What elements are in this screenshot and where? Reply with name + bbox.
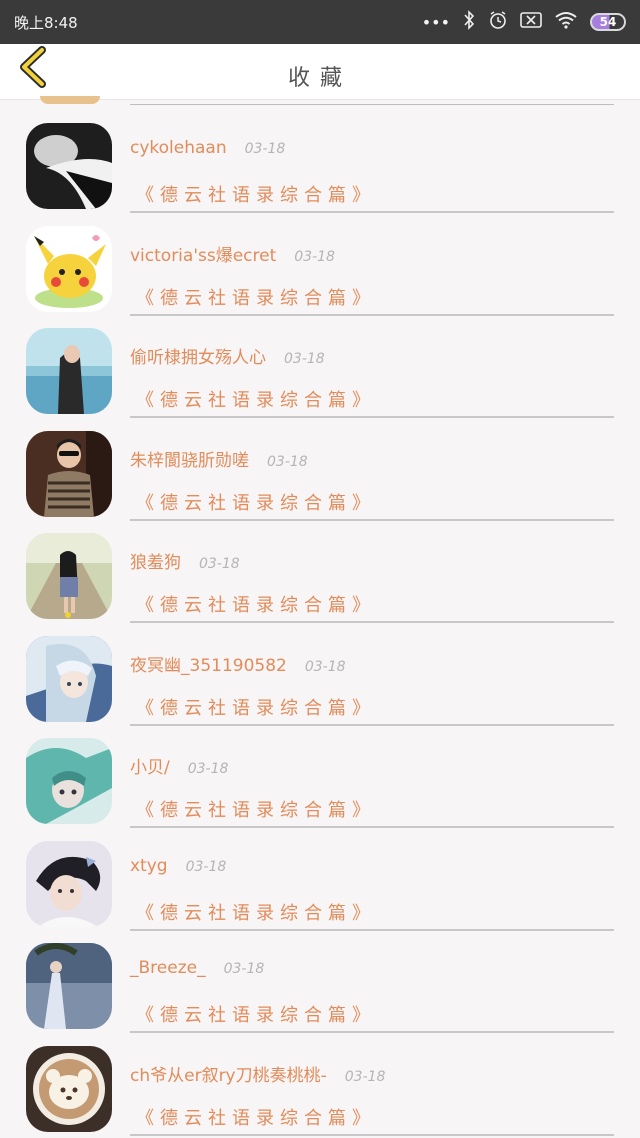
alarm-icon — [488, 10, 508, 34]
article-title[interactable]: 《德云社语录综合篇》 — [136, 796, 376, 822]
avatar[interactable] — [26, 1045, 112, 1132]
list-item[interactable]: 小贝/03-18 《德云社语录综合篇》 — [0, 720, 640, 828]
list-item[interactable]: 狼羞狗 03-18 《德云社语录综合篇》 — [0, 515, 640, 623]
article-title[interactable]: 《德云社语录综合篇》 — [136, 181, 376, 207]
user-name: 夜冥幽_351190582 03-18 — [130, 651, 346, 676]
avatar[interactable] — [26, 738, 112, 824]
avatar[interactable] — [26, 635, 112, 722]
user-name-text: 小贝/ — [130, 758, 170, 778]
user-name-text: 狼羞狗 — [130, 553, 181, 573]
avatar[interactable] — [26, 533, 112, 619]
date-label: 03-18 — [244, 141, 286, 157]
user-name: 偷听棣拥女殇人心 03-18 — [130, 343, 325, 368]
bluetooth-icon — [462, 10, 476, 34]
date-label: 03-18 — [284, 351, 325, 367]
wifi-icon — [554, 11, 578, 33]
avatar[interactable] — [26, 328, 112, 414]
battery-indicator: 54 — [590, 13, 626, 31]
date-label: 03-18 — [223, 961, 265, 977]
user-name: 朱梓閬骁肵勋嗟 03-18 — [130, 446, 308, 471]
article-title[interactable]: 《德云社语录综合篇》 — [136, 899, 376, 925]
list-item[interactable]: _Breeze_ 03-18 《德云社语录综合篇》 — [0, 925, 640, 1033]
list-item[interactable]: 朱梓閬骁肵勋嗟 03-18 《德云社语录综合篇》 — [0, 413, 640, 521]
status-right: ••• 54 — [422, 10, 626, 34]
date-label: 03-18 — [294, 248, 335, 265]
avatar[interactable] — [26, 123, 112, 209]
user-name-text: victoria'ss爆ecret — [130, 245, 277, 266]
page-title: 收藏 — [287, 66, 352, 91]
date-label: 03-18 — [185, 858, 227, 875]
user-name-text: xtyg — [130, 855, 168, 876]
list-item[interactable]: victoria'ss爆ecret 03-18 《德云社语录综合篇》 — [0, 208, 640, 316]
date-label: 03-18 — [344, 1068, 386, 1085]
user-name: xtyg 03-18 — [130, 856, 226, 876]
sim-off-icon — [520, 11, 542, 33]
user-name-text: ch爷从er叙ry刀桃奏桃桃- — [130, 1065, 327, 1086]
more-dots-icon: ••• — [421, 12, 450, 32]
divider — [130, 1133, 614, 1136]
status-left: 晚上8:48 — [14, 12, 78, 33]
user-name: _Breeze_ 03-18 — [130, 958, 264, 978]
article-title[interactable]: 《德云社语录综合篇》 — [136, 489, 376, 515]
article-title[interactable]: 《德云社语录综合篇》 — [136, 284, 376, 310]
user-name: 小贝/03-18 — [130, 753, 228, 778]
user-name: 狼羞狗 03-18 — [130, 548, 240, 573]
article-title[interactable]: 《德云社语录综合篇》 — [136, 1001, 376, 1027]
list-item[interactable]: ch爷从er叙ry刀桃奏桃桃- 03-18 《德云社语录综合篇》 — [0, 1028, 640, 1136]
article-title[interactable]: 《德云社语录综合篇》 — [136, 1104, 376, 1130]
user-name: ch爷从er叙ry刀桃奏桃桃- 03-18 — [130, 1061, 385, 1086]
user-name-text: 朱梓閬骁肵勋嗟 — [130, 450, 249, 471]
avatar[interactable] — [26, 225, 112, 312]
favorites-list: cykolehaan 03-18 《德云社语录综合篇》 victoria'ss爆e… — [0, 96, 640, 1136]
header-bar: 收藏 — [0, 44, 640, 100]
list-item[interactable]: cykolehaan 03-18 《德云社语录综合篇》 — [0, 105, 640, 213]
list-item[interactable]: xtyg 03-18 《德云社语录综合篇》 — [0, 823, 640, 931]
list-item[interactable]: 夜冥幽_351190582 03-18 《德云社语录综合篇》 — [0, 618, 640, 726]
status-bar: 晚上8:48 ••• 54 — [0, 0, 640, 44]
avatar[interactable] — [26, 840, 112, 927]
status-time: 晚上8:48 — [14, 13, 78, 32]
date-label: 03-18 — [187, 761, 229, 777]
avatar[interactable] — [26, 943, 112, 1029]
user-name-text: 夜冥幽_351190582 — [130, 655, 287, 676]
avatar[interactable] — [26, 430, 112, 517]
user-name: victoria'ss爆ecret 03-18 — [130, 241, 335, 266]
date-label: 03-18 — [304, 658, 346, 675]
user-name-text: 偷听棣拥女殇人心 — [130, 348, 266, 368]
date-label: 03-18 — [199, 556, 240, 572]
article-title[interactable]: 《德云社语录综合篇》 — [136, 386, 376, 412]
list-item[interactable]: 偷听棣拥女殇人心 03-18 《德云社语录综合篇》 — [0, 310, 640, 418]
user-name-text: _Breeze_ — [130, 958, 206, 978]
date-label: 03-18 — [267, 453, 308, 470]
user-name: cykolehaan 03-18 — [130, 138, 285, 158]
avatar — [40, 96, 100, 104]
article-title[interactable]: 《德云社语录综合篇》 — [136, 591, 376, 617]
article-title[interactable]: 《德云社语录综合篇》 — [136, 694, 376, 720]
user-name-text: cykolehaan — [130, 138, 227, 158]
